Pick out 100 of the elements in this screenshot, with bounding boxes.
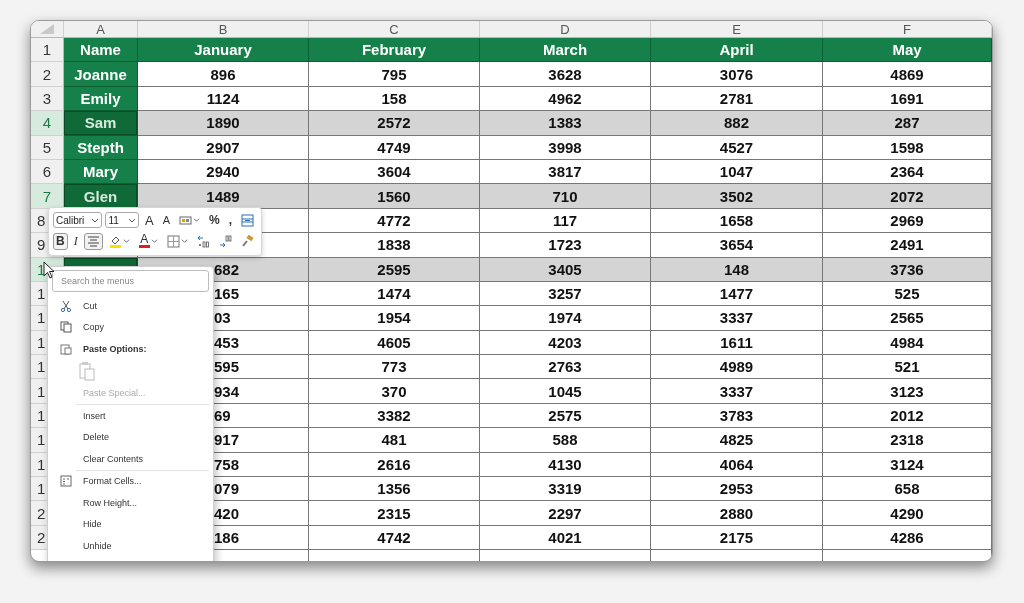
decrease-decimal-icon [218, 234, 232, 248]
table-cell: 1723 [480, 233, 651, 258]
font-color-button[interactable]: A [135, 232, 161, 250]
table-cell: 2969 [823, 208, 992, 234]
table-cell: 3502 [651, 184, 823, 209]
row-header[interactable]: 7 [31, 184, 64, 209]
table-cell: 148 [651, 257, 823, 282]
name-cell: Sam [64, 111, 138, 136]
align-center-icon [86, 234, 100, 248]
caret-icon[interactable] [193, 217, 200, 223]
table-cell: 2491 [823, 233, 992, 258]
increase-decimal-icon [196, 234, 210, 248]
table-cell: 4021 [480, 525, 651, 551]
table-cell: 4984 [823, 330, 992, 356]
table-cell: 2575 [480, 403, 651, 429]
table-cell: 4286 [823, 525, 992, 551]
table-cell: 1477 [651, 281, 823, 307]
table-cell: 481 [309, 428, 480, 453]
name-cell: Mary [64, 159, 138, 185]
table-cell: 2763 [480, 355, 651, 380]
table-cell: 521 [823, 355, 992, 380]
table-cell: 3654 [651, 233, 823, 258]
caret-icon[interactable] [127, 216, 136, 224]
copy-icon [60, 321, 72, 334]
caret-icon[interactable] [91, 216, 100, 224]
table-cell: 1045 [480, 379, 651, 404]
table-cell: 287 [823, 111, 992, 136]
table-cell: 3337 [651, 306, 823, 331]
table-cell: 3319 [480, 477, 651, 502]
row-header[interactable]: 3 [31, 86, 64, 112]
header-cell: January [138, 38, 309, 63]
table-cell: 1954 [309, 306, 480, 331]
column-header[interactable]: A [64, 21, 138, 38]
header-cell: Name [64, 38, 138, 63]
table-cell: 773 [309, 355, 480, 380]
table-cell: 3124 [823, 452, 992, 478]
table-cell: 2297 [480, 501, 651, 526]
font-size-dropdown[interactable]: 11 [105, 212, 139, 228]
table-cell: 4130 [480, 452, 651, 478]
column-header[interactable]: D [480, 21, 651, 38]
table-cell: 1611 [651, 330, 823, 356]
italic-button[interactable]: I [70, 232, 81, 250]
table-cell: 3405 [480, 257, 651, 282]
table-cell: 2880 [651, 501, 823, 526]
table-cell: 2907 [138, 135, 309, 160]
column-header[interactable]: B [138, 21, 309, 38]
merge-cells-icon [241, 213, 254, 227]
caret-icon[interactable] [122, 238, 130, 244]
table-cell: 1474 [309, 281, 480, 307]
column-header[interactable]: C [309, 21, 480, 38]
table-cell: 4742 [309, 525, 480, 551]
font-name-dropdown[interactable]: Calibri [53, 212, 103, 228]
row-header[interactable]: 6 [31, 159, 64, 185]
shrink-font-button[interactable]: A [159, 211, 173, 229]
name-cell: Stepth [64, 135, 138, 160]
comma-button[interactable]: , [225, 211, 235, 229]
table-cell: 3123 [823, 379, 992, 404]
table-cell: 4772 [309, 208, 480, 234]
table-cell: 3736 [823, 257, 992, 282]
table-cell: 3382 [309, 403, 480, 429]
table-cell: 4605 [309, 330, 480, 356]
table-cell: 4749 [309, 135, 480, 160]
merge-button[interactable] [238, 211, 257, 229]
table-cell: 1598 [823, 135, 992, 160]
table-cell: 3783 [651, 403, 823, 429]
column-header[interactable]: E [651, 21, 823, 38]
row-header[interactable]: 2 [31, 62, 64, 87]
grow-font-button[interactable]: A [141, 211, 157, 229]
table-cell: 1838 [309, 233, 480, 258]
number-format-icon [179, 213, 192, 227]
percent-button[interactable]: % [206, 211, 223, 229]
bold-button[interactable]: B [53, 232, 68, 250]
column-header[interactable]: F [823, 21, 992, 38]
search-field[interactable]: Search the menus [52, 270, 209, 292]
row-header[interactable]: 5 [31, 135, 64, 160]
table-cell: 2318 [823, 428, 992, 453]
table-cell: 4989 [651, 355, 823, 380]
table-cell: 4064 [651, 452, 823, 478]
row-header[interactable]: 4 [31, 111, 64, 136]
paintbrush-icon [240, 234, 254, 248]
caret-icon[interactable] [180, 238, 188, 244]
table-cell: 882 [651, 111, 823, 136]
align-center-button[interactable] [83, 232, 103, 250]
row-header[interactable]: 1 [31, 38, 64, 63]
header-cell: March [480, 38, 651, 63]
name-cell: Glen [64, 184, 138, 209]
header-cell: April [651, 38, 823, 63]
name-cell: Joanne [64, 62, 138, 87]
name-cell: Emily [64, 86, 138, 112]
table-cell: 658 [823, 477, 992, 502]
table-cell: 588 [480, 428, 651, 453]
table-cell: 1560 [309, 184, 480, 209]
table-cell: 4825 [651, 428, 823, 453]
table-cell: 1489 [138, 184, 309, 209]
table-cell: 3337 [651, 379, 823, 404]
format-cells-icon [60, 475, 72, 488]
table-cell: 2616 [309, 452, 480, 478]
table-cell: 3628 [480, 62, 651, 87]
table-cell: 896 [138, 62, 309, 87]
caret-icon[interactable] [150, 238, 158, 244]
